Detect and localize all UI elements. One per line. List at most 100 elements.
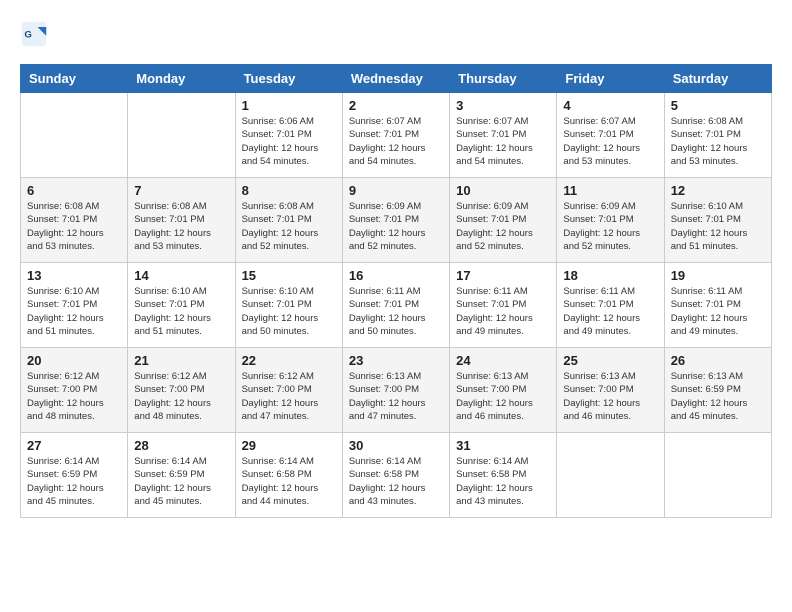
day-info: Sunrise: 6:13 AM Sunset: 7:00 PM Dayligh… xyxy=(563,370,657,423)
day-info: Sunrise: 6:10 AM Sunset: 7:01 PM Dayligh… xyxy=(134,285,228,338)
day-info: Sunrise: 6:14 AM Sunset: 6:58 PM Dayligh… xyxy=(242,455,336,508)
day-cell-19: 19 Sunrise: 6:11 AM Sunset: 7:01 PM Dayli… xyxy=(664,263,771,348)
calendar-header-row: SundayMondayTuesdayWednesdayThursdayFrid… xyxy=(21,65,772,93)
day-cell-21: 21 Sunrise: 6:12 AM Sunset: 7:00 PM Dayli… xyxy=(128,348,235,433)
day-number: 29 xyxy=(242,438,336,453)
day-cell-14: 14 Sunrise: 6:10 AM Sunset: 7:01 PM Dayli… xyxy=(128,263,235,348)
day-number: 1 xyxy=(242,98,336,113)
day-cell-18: 18Sunrise: 6:11 AM Sunset: 7:01 PM Dayli… xyxy=(557,263,664,348)
day-cell-1: 1 Sunrise: 6:06 AM Sunset: 7:01 PM Daylig… xyxy=(235,93,342,178)
day-cell-29: 29 Sunrise: 6:14 AM Sunset: 6:58 PM Dayli… xyxy=(235,433,342,518)
day-info: Sunrise: 6:08 AM Sunset: 7:01 PM Dayligh… xyxy=(671,115,765,168)
column-header-monday: Monday xyxy=(128,65,235,93)
day-info: Sunrise: 6:06 AM Sunset: 7:01 PM Dayligh… xyxy=(242,115,336,168)
day-cell-16: 16 Sunrise: 6:11 AM Sunset: 7:01 PM Dayli… xyxy=(342,263,449,348)
day-cell-28: 28 Sunrise: 6:14 AM Sunset: 6:59 PM Dayli… xyxy=(128,433,235,518)
day-cell-13: 13 Sunrise: 6:10 AM Sunset: 7:01 PM Dayli… xyxy=(21,263,128,348)
calendar-week-row: 6 Sunrise: 6:08 AM Sunset: 7:01 PM Daylig… xyxy=(21,178,772,263)
day-cell-11: 11Sunrise: 6:09 AM Sunset: 7:01 PM Dayli… xyxy=(557,178,664,263)
day-number: 9 xyxy=(349,183,443,198)
day-number: 4 xyxy=(563,98,657,113)
calendar-week-row: 27 Sunrise: 6:14 AM Sunset: 6:59 PM Dayli… xyxy=(21,433,772,518)
day-cell-17: 17 Sunrise: 6:11 AM Sunset: 7:01 PM Dayli… xyxy=(450,263,557,348)
day-number: 24 xyxy=(456,353,550,368)
day-cell-22: 22 Sunrise: 6:12 AM Sunset: 7:00 PM Dayli… xyxy=(235,348,342,433)
calendar-week-row: 20 Sunrise: 6:12 AM Sunset: 7:00 PM Dayli… xyxy=(21,348,772,433)
day-number: 3 xyxy=(456,98,550,113)
day-number: 27 xyxy=(27,438,121,453)
day-number: 22 xyxy=(242,353,336,368)
column-header-saturday: Saturday xyxy=(664,65,771,93)
day-number: 5 xyxy=(671,98,765,113)
day-info: Sunrise: 6:09 AM Sunset: 7:01 PM Dayligh… xyxy=(563,200,657,253)
empty-day-cell xyxy=(21,93,128,178)
day-info: Sunrise: 6:09 AM Sunset: 7:01 PM Dayligh… xyxy=(456,200,550,253)
day-info: Sunrise: 6:08 AM Sunset: 7:01 PM Dayligh… xyxy=(242,200,336,253)
day-info: Sunrise: 6:11 AM Sunset: 7:01 PM Dayligh… xyxy=(456,285,550,338)
day-number: 10 xyxy=(456,183,550,198)
day-number: 6 xyxy=(27,183,121,198)
svg-text:G: G xyxy=(24,30,31,41)
day-info: Sunrise: 6:10 AM Sunset: 7:01 PM Dayligh… xyxy=(27,285,121,338)
logo: G xyxy=(20,20,52,48)
day-info: Sunrise: 6:12 AM Sunset: 7:00 PM Dayligh… xyxy=(242,370,336,423)
day-number: 13 xyxy=(27,268,121,283)
day-info: Sunrise: 6:13 AM Sunset: 6:59 PM Dayligh… xyxy=(671,370,765,423)
day-cell-10: 10 Sunrise: 6:09 AM Sunset: 7:01 PM Dayli… xyxy=(450,178,557,263)
day-info: Sunrise: 6:14 AM Sunset: 6:58 PM Dayligh… xyxy=(349,455,443,508)
day-number: 26 xyxy=(671,353,765,368)
day-number: 28 xyxy=(134,438,228,453)
day-cell-8: 8Sunrise: 6:08 AM Sunset: 7:01 PM Daylig… xyxy=(235,178,342,263)
day-cell-12: 12 Sunrise: 6:10 AM Sunset: 7:01 PM Dayli… xyxy=(664,178,771,263)
day-cell-23: 23Sunrise: 6:13 AM Sunset: 7:00 PM Dayli… xyxy=(342,348,449,433)
calendar-week-row: 13 Sunrise: 6:10 AM Sunset: 7:01 PM Dayli… xyxy=(21,263,772,348)
day-info: Sunrise: 6:14 AM Sunset: 6:59 PM Dayligh… xyxy=(27,455,121,508)
empty-day-cell xyxy=(664,433,771,518)
day-info: Sunrise: 6:11 AM Sunset: 7:01 PM Dayligh… xyxy=(671,285,765,338)
day-info: Sunrise: 6:08 AM Sunset: 7:01 PM Dayligh… xyxy=(134,200,228,253)
day-cell-15: 15 Sunrise: 6:10 AM Sunset: 7:01 PM Dayli… xyxy=(235,263,342,348)
day-number: 12 xyxy=(671,183,765,198)
column-header-wednesday: Wednesday xyxy=(342,65,449,93)
day-info: Sunrise: 6:10 AM Sunset: 7:01 PM Dayligh… xyxy=(671,200,765,253)
column-header-tuesday: Tuesday xyxy=(235,65,342,93)
day-cell-27: 27 Sunrise: 6:14 AM Sunset: 6:59 PM Dayli… xyxy=(21,433,128,518)
day-number: 30 xyxy=(349,438,443,453)
day-info: Sunrise: 6:08 AM Sunset: 7:01 PM Dayligh… xyxy=(27,200,121,253)
column-header-thursday: Thursday xyxy=(450,65,557,93)
day-number: 20 xyxy=(27,353,121,368)
day-cell-5: 5 Sunrise: 6:08 AM Sunset: 7:01 PM Daylig… xyxy=(664,93,771,178)
day-info: Sunrise: 6:14 AM Sunset: 6:59 PM Dayligh… xyxy=(134,455,228,508)
day-cell-24: 24Sunrise: 6:13 AM Sunset: 7:00 PM Dayli… xyxy=(450,348,557,433)
day-info: Sunrise: 6:12 AM Sunset: 7:00 PM Dayligh… xyxy=(134,370,228,423)
day-number: 16 xyxy=(349,268,443,283)
day-number: 21 xyxy=(134,353,228,368)
column-header-friday: Friday xyxy=(557,65,664,93)
day-cell-25: 25 Sunrise: 6:13 AM Sunset: 7:00 PM Dayli… xyxy=(557,348,664,433)
day-cell-20: 20Sunrise: 6:12 AM Sunset: 7:00 PM Dayli… xyxy=(21,348,128,433)
day-cell-9: 9 Sunrise: 6:09 AM Sunset: 7:01 PM Daylig… xyxy=(342,178,449,263)
empty-day-cell xyxy=(128,93,235,178)
calendar-table: SundayMondayTuesdayWednesdayThursdayFrid… xyxy=(20,64,772,518)
day-info: Sunrise: 6:10 AM Sunset: 7:01 PM Dayligh… xyxy=(242,285,336,338)
day-cell-3: 3 Sunrise: 6:07 AM Sunset: 7:01 PM Daylig… xyxy=(450,93,557,178)
logo-icon: G xyxy=(20,20,48,48)
day-number: 19 xyxy=(671,268,765,283)
day-info: Sunrise: 6:13 AM Sunset: 7:00 PM Dayligh… xyxy=(349,370,443,423)
day-info: Sunrise: 6:07 AM Sunset: 7:01 PM Dayligh… xyxy=(563,115,657,168)
day-cell-6: 6 Sunrise: 6:08 AM Sunset: 7:01 PM Daylig… xyxy=(21,178,128,263)
day-number: 15 xyxy=(242,268,336,283)
day-info: Sunrise: 6:07 AM Sunset: 7:01 PM Dayligh… xyxy=(349,115,443,168)
day-info: Sunrise: 6:11 AM Sunset: 7:01 PM Dayligh… xyxy=(349,285,443,338)
day-number: 2 xyxy=(349,98,443,113)
day-number: 17 xyxy=(456,268,550,283)
day-info: Sunrise: 6:11 AM Sunset: 7:01 PM Dayligh… xyxy=(563,285,657,338)
day-info: Sunrise: 6:07 AM Sunset: 7:01 PM Dayligh… xyxy=(456,115,550,168)
day-number: 7 xyxy=(134,183,228,198)
day-number: 14 xyxy=(134,268,228,283)
day-number: 25 xyxy=(563,353,657,368)
day-number: 31 xyxy=(456,438,550,453)
day-info: Sunrise: 6:09 AM Sunset: 7:01 PM Dayligh… xyxy=(349,200,443,253)
day-cell-7: 7 Sunrise: 6:08 AM Sunset: 7:01 PM Daylig… xyxy=(128,178,235,263)
empty-day-cell xyxy=(557,433,664,518)
